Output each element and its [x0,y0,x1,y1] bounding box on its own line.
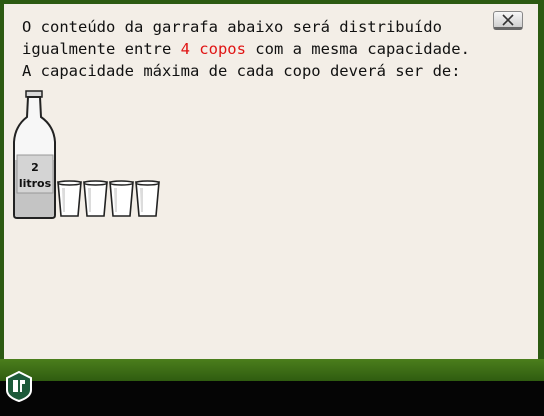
bottle-and-glasses-illustration: 2 litros [13,90,160,219]
glass-icon [109,180,134,217]
bottle: 2 litros [13,90,56,219]
glass-icon [57,180,82,217]
grass-strip [0,359,544,381]
bottle-label-unit: litros [19,177,52,190]
footer-bar [0,381,544,416]
logo-icon [6,370,32,402]
glass-icon [83,180,108,217]
glasses-group [57,180,160,217]
glass-icon [135,180,160,217]
bottle-label-amount: 2 [31,161,39,174]
